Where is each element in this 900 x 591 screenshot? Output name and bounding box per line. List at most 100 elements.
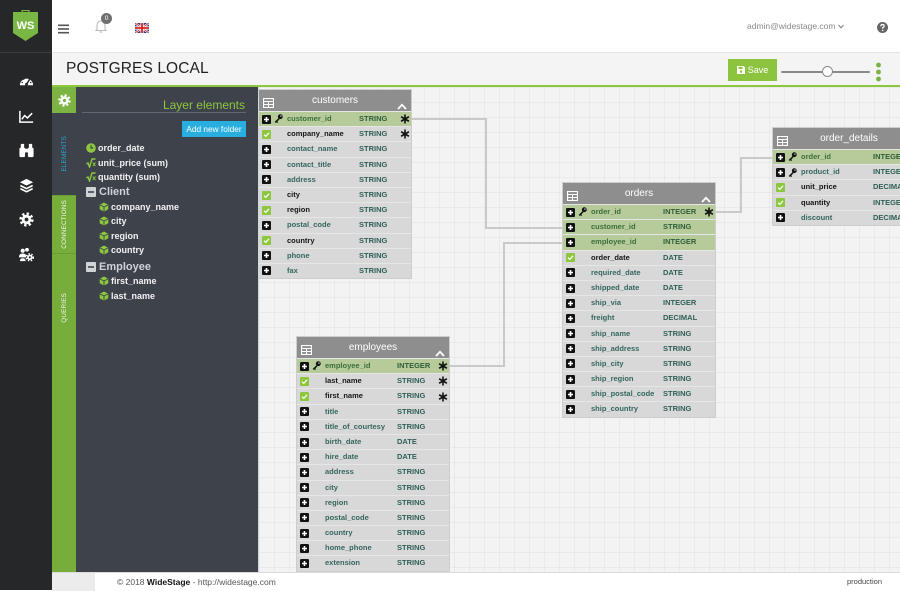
help-button[interactable] (877, 20, 888, 33)
folder-employee[interactable]: Employee (76, 259, 258, 274)
table-field-row[interactable]: order_date DATE (563, 249, 715, 265)
add-field-plus-icon[interactable] (776, 152, 785, 162)
field-selected-checkbox-icon[interactable] (300, 376, 309, 386)
table-field-row[interactable]: home_phone STRING (297, 540, 449, 556)
sidebar-item-dashboards[interactable] (15, 71, 37, 91)
more-options-button[interactable] (875, 61, 882, 83)
table-field-row[interactable]: region STRING (259, 202, 411, 218)
sidebar-item-layers[interactable] (15, 175, 37, 195)
table-header[interactable]: employees (297, 337, 449, 358)
add-field-plus-icon[interactable] (300, 559, 309, 569)
join-line-employees-orders[interactable] (448, 242, 563, 367)
add-field-plus-icon[interactable] (566, 283, 575, 293)
user-menu[interactable]: admin@widestage.com (747, 20, 845, 32)
table-field-row[interactable]: ship_city STRING (563, 355, 715, 372)
table-field-row[interactable]: customer_id STRING (563, 219, 715, 235)
folder-item[interactable]: last_name (76, 288, 258, 303)
collapse-chevron-up-icon[interactable] (397, 97, 407, 110)
table-field-row[interactable]: employee_id INTEGER (297, 358, 449, 374)
add-field-plus-icon[interactable] (300, 498, 309, 508)
add-field-plus-icon[interactable] (300, 452, 309, 462)
add-field-plus-icon[interactable] (262, 175, 271, 185)
add-field-plus-icon[interactable] (776, 213, 785, 223)
sidebar-item-reports[interactable] (15, 106, 37, 126)
table-field-row[interactable]: customer_id STRING (259, 111, 411, 127)
collapse-folder-icon[interactable] (86, 187, 96, 198)
table-field-row[interactable]: first_name STRING (297, 388, 449, 404)
table-field-row[interactable]: freight DECIMAL (563, 310, 715, 326)
table-header[interactable]: order_details (773, 128, 900, 149)
table-field-row[interactable]: ship_via INTEGER (563, 295, 715, 311)
table-field-row[interactable]: order_id INTEGER (773, 149, 900, 165)
zoom-slider-handle[interactable] (821, 66, 833, 77)
element-item[interactable]: quantity (sum) (76, 170, 258, 185)
add-field-plus-icon[interactable] (566, 405, 575, 415)
table-field-row[interactable]: title STRING (297, 403, 449, 419)
zoom-slider[interactable] (781, 66, 870, 78)
add-field-plus-icon[interactable] (566, 389, 575, 399)
table-header[interactable]: orders (563, 183, 715, 204)
table-field-row[interactable]: ship_postal_code STRING (563, 386, 715, 402)
field-selected-checkbox-icon[interactable] (262, 129, 271, 139)
add-field-plus-icon[interactable] (262, 251, 271, 261)
table-field-row[interactable]: birth_date DATE (297, 433, 449, 450)
table-field-row[interactable]: contact_name STRING (259, 141, 411, 157)
sidebar-item-settings[interactable] (15, 209, 37, 229)
table-field-row[interactable]: city STRING (297, 479, 449, 495)
table-field-row[interactable]: region STRING (297, 494, 449, 510)
add-field-plus-icon[interactable] (262, 144, 271, 154)
add-field-plus-icon[interactable] (262, 220, 271, 230)
add-field-plus-icon[interactable] (566, 222, 575, 232)
table-field-row[interactable]: ship_name STRING (563, 325, 715, 341)
add-new-folder-button[interactable]: Add new folder (182, 121, 246, 137)
collapse-folder-icon[interactable] (86, 261, 96, 272)
join-line-customers-orders[interactable] (411, 118, 563, 229)
table-field-row[interactable]: extension STRING (297, 555, 449, 571)
add-field-plus-icon[interactable] (566, 207, 575, 217)
add-field-plus-icon[interactable] (776, 167, 785, 177)
website-link[interactable]: - http://widestage.com (190, 577, 276, 587)
join-line-orders-order-details[interactable] (714, 157, 773, 213)
folder-item[interactable]: city (76, 214, 258, 229)
add-field-plus-icon[interactable] (300, 467, 309, 477)
add-field-plus-icon[interactable] (300, 513, 309, 523)
add-field-plus-icon[interactable] (566, 298, 575, 308)
field-selected-checkbox-icon[interactable] (300, 391, 309, 401)
folder-item[interactable]: first_name (76, 274, 258, 289)
add-field-plus-icon[interactable] (566, 313, 575, 323)
table-field-row[interactable]: fax STRING (259, 262, 411, 279)
add-field-plus-icon[interactable] (566, 268, 575, 278)
table-field-row[interactable]: title_of_courtesy STRING (297, 418, 449, 434)
field-selected-checkbox-icon[interactable] (262, 190, 271, 200)
add-field-plus-icon[interactable] (300, 483, 309, 493)
table-field-row[interactable]: postal_code STRING (259, 217, 411, 233)
add-field-plus-icon[interactable] (300, 543, 309, 553)
element-item[interactable]: order_date (76, 141, 258, 156)
add-field-plus-icon[interactable] (566, 359, 575, 369)
folder-item[interactable]: country (76, 243, 258, 258)
collapse-chevron-up-icon[interactable] (435, 344, 445, 357)
table-field-row[interactable]: ship_region STRING (563, 371, 715, 387)
add-field-plus-icon[interactable] (566, 374, 575, 384)
table-field-row[interactable]: product_id INTEGER (773, 164, 900, 180)
add-field-plus-icon[interactable] (262, 114, 271, 124)
table-field-row[interactable]: unit_price DECIMAL (773, 179, 900, 195)
field-selected-checkbox-icon[interactable] (776, 182, 785, 192)
field-selected-checkbox-icon[interactable] (262, 236, 271, 246)
add-field-plus-icon[interactable] (300, 422, 309, 432)
table-field-row[interactable]: country STRING (259, 232, 411, 248)
table-field-row[interactable]: phone STRING (259, 247, 411, 263)
table-field-row[interactable]: required_date DATE (563, 264, 715, 280)
folder-client[interactable]: Client (76, 185, 258, 200)
table-field-row[interactable]: address STRING (297, 464, 449, 480)
table-field-row[interactable]: discount DECIMAL (773, 209, 900, 225)
sidebar-item-explore[interactable] (15, 140, 37, 160)
table-field-row[interactable]: company_name STRING (259, 126, 411, 142)
table-field-row[interactable]: country STRING (297, 525, 449, 541)
add-field-plus-icon[interactable] (262, 160, 271, 170)
menu-toggle-button[interactable] (58, 21, 69, 34)
add-field-plus-icon[interactable] (300, 437, 309, 447)
save-button[interactable]: Save (728, 59, 777, 81)
table-field-row[interactable]: postal_code STRING (297, 509, 449, 526)
field-selected-checkbox-icon[interactable] (776, 198, 785, 208)
